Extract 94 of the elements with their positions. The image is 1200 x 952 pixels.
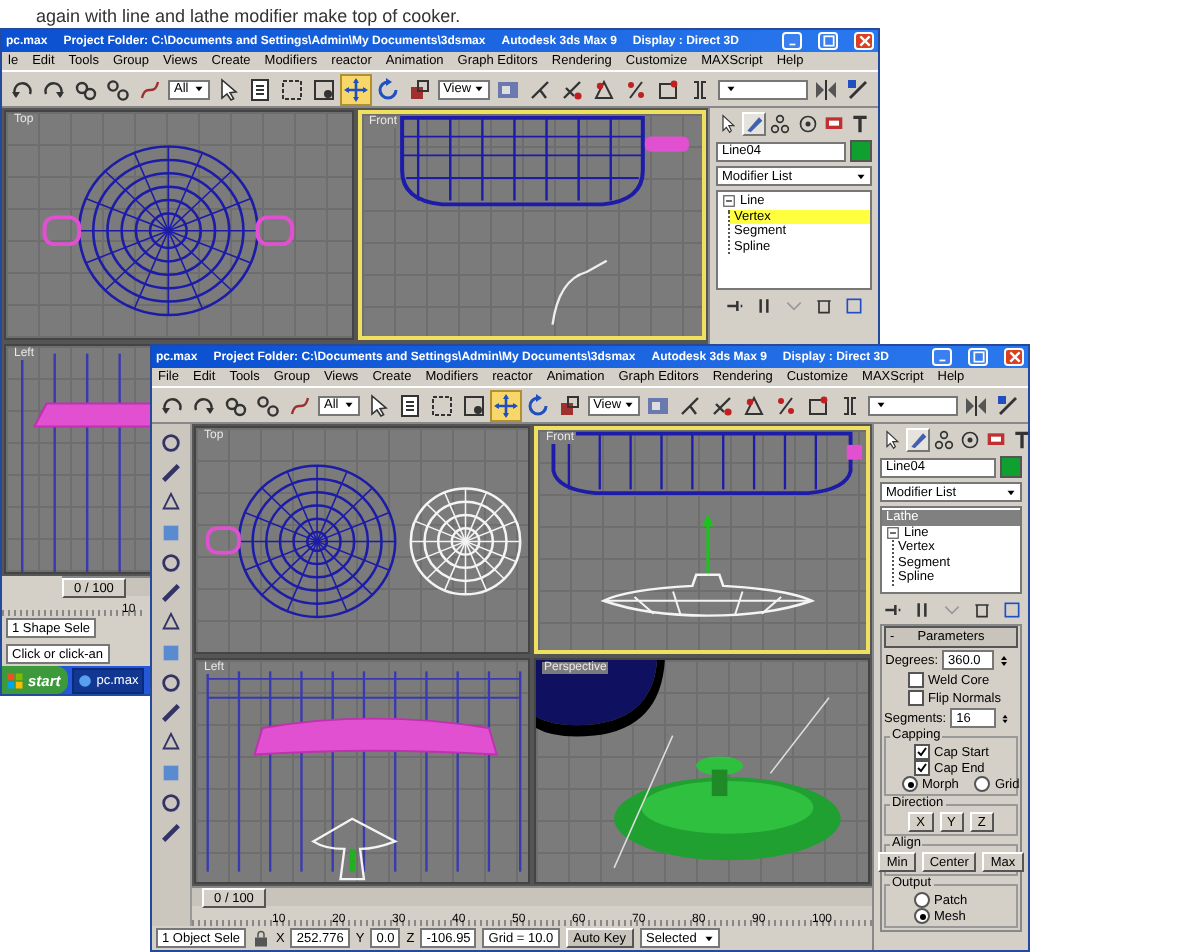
remove-modifier-icon[interactable] [814,295,834,315]
list-icon[interactable] [395,391,424,419]
modify-tab[interactable] [742,112,767,136]
configure-sets-icon[interactable] [1001,599,1021,619]
caret-icon [621,398,636,412]
radio-button[interactable] [902,776,918,792]
pin-stack-icon[interactable] [724,295,744,315]
dashed-rectangle-icon[interactable] [427,391,456,419]
maximize-button[interactable] [818,32,838,50]
motion-tab[interactable] [958,428,982,452]
minimize-button[interactable] [932,348,952,366]
reactor-tool-icon[interactable] [160,732,182,754]
lock-icon[interactable] [252,929,271,947]
align-icon[interactable] [994,391,1022,419]
move-icon[interactable] [341,75,370,103]
unlink-icon[interactable] [254,391,282,419]
reactor-tool-icon[interactable] [160,792,182,814]
radio-button[interactable] [914,908,930,924]
reactor-tool-icon[interactable] [160,462,182,484]
caret-icon [854,169,868,183]
radio-button[interactable] [974,776,991,792]
window-crossing-icon[interactable] [459,391,488,419]
spinner-arrows-icon[interactable] [998,651,1010,669]
pin-stack-icon[interactable] [881,599,901,619]
reactor-tool-icon[interactable] [160,702,182,724]
object-color-swatch[interactable] [850,140,872,162]
close-button[interactable] [1004,348,1024,366]
list-icon[interactable] [245,75,274,103]
remove-modifier-icon[interactable] [971,599,991,619]
spline-curve [550,259,607,325]
angle-snap-icon[interactable] [739,391,768,419]
caret-icon [1004,485,1018,499]
caret-icon [471,82,486,96]
maximize-icon [821,34,835,48]
checkbox[interactable] [914,744,930,760]
lid-wireframe-drawing [409,487,522,596]
checkbox[interactable] [908,672,924,688]
close-icon [1007,350,1021,364]
spinner-arrows-icon[interactable] [999,709,1010,727]
move-gizmo-drawing [702,513,714,575]
show-end-result-icon[interactable] [911,599,931,619]
windows-logo-icon [6,671,24,689]
named-selection-field[interactable] [867,395,958,415]
caret-icon [341,398,356,412]
configure-sets-icon[interactable] [844,295,864,315]
rotate-icon[interactable] [523,391,552,419]
reactor-tool-icon[interactable] [160,672,182,694]
minimize-button[interactable] [782,32,802,50]
dashed-rectangle-icon[interactable] [277,75,306,103]
object-color-swatch[interactable] [1000,456,1022,478]
scale-icon[interactable] [555,391,584,419]
knob-wireframe-drawing [312,816,397,880]
caret-icon [723,82,738,96]
hierarchy-tab[interactable] [768,112,794,136]
show-end-result-icon[interactable] [754,295,774,315]
spinner-snap-icon[interactable] [803,391,832,419]
window-crossing-icon[interactable] [309,75,338,103]
rotate-icon[interactable] [373,75,402,103]
caret-icon [873,398,888,412]
unlink-icon[interactable] [104,75,132,103]
mirror-icon[interactable] [962,391,990,419]
spinner-snap-icon[interactable] [653,75,682,103]
angle-snap-icon[interactable] [589,75,618,103]
align-icon[interactable] [844,75,872,103]
reactor-tool-icon[interactable] [160,822,182,844]
maximize-button[interactable] [968,348,988,366]
close-button[interactable] [854,32,874,50]
pot-drawing [536,659,658,725]
reactor-tool-icon[interactable] [160,612,182,634]
checkbox[interactable] [908,690,924,706]
named-selection-field[interactable] [717,79,808,99]
caret-icon [702,931,717,945]
app-icon [78,673,93,687]
mirror-icon[interactable] [812,75,840,103]
reactor-tool-icon[interactable] [160,432,182,454]
close-icon [857,34,871,48]
maximize-icon [971,350,985,364]
create-tab[interactable] [880,428,904,452]
reactor-tool-icon[interactable] [160,582,182,604]
reactor-tool-icon[interactable] [160,552,182,574]
caret-icon [191,82,206,96]
pot-base-drawing [536,659,665,736]
utilities-tab[interactable] [1010,428,1028,452]
hierarchy-tab[interactable] [932,428,956,452]
move-icon[interactable] [491,391,520,419]
checkbox[interactable] [914,760,930,776]
utilities-tab[interactable] [847,112,873,136]
radio-button[interactable] [914,892,930,908]
scale-icon[interactable] [405,75,434,103]
motion-tab[interactable] [795,112,820,136]
modify-tab[interactable] [906,428,930,452]
reactor-tool-icon[interactable] [160,492,182,514]
caption-text: again with line and lathe modifier make top of cooker. [36,6,461,26]
create-tab[interactable] [716,112,741,136]
